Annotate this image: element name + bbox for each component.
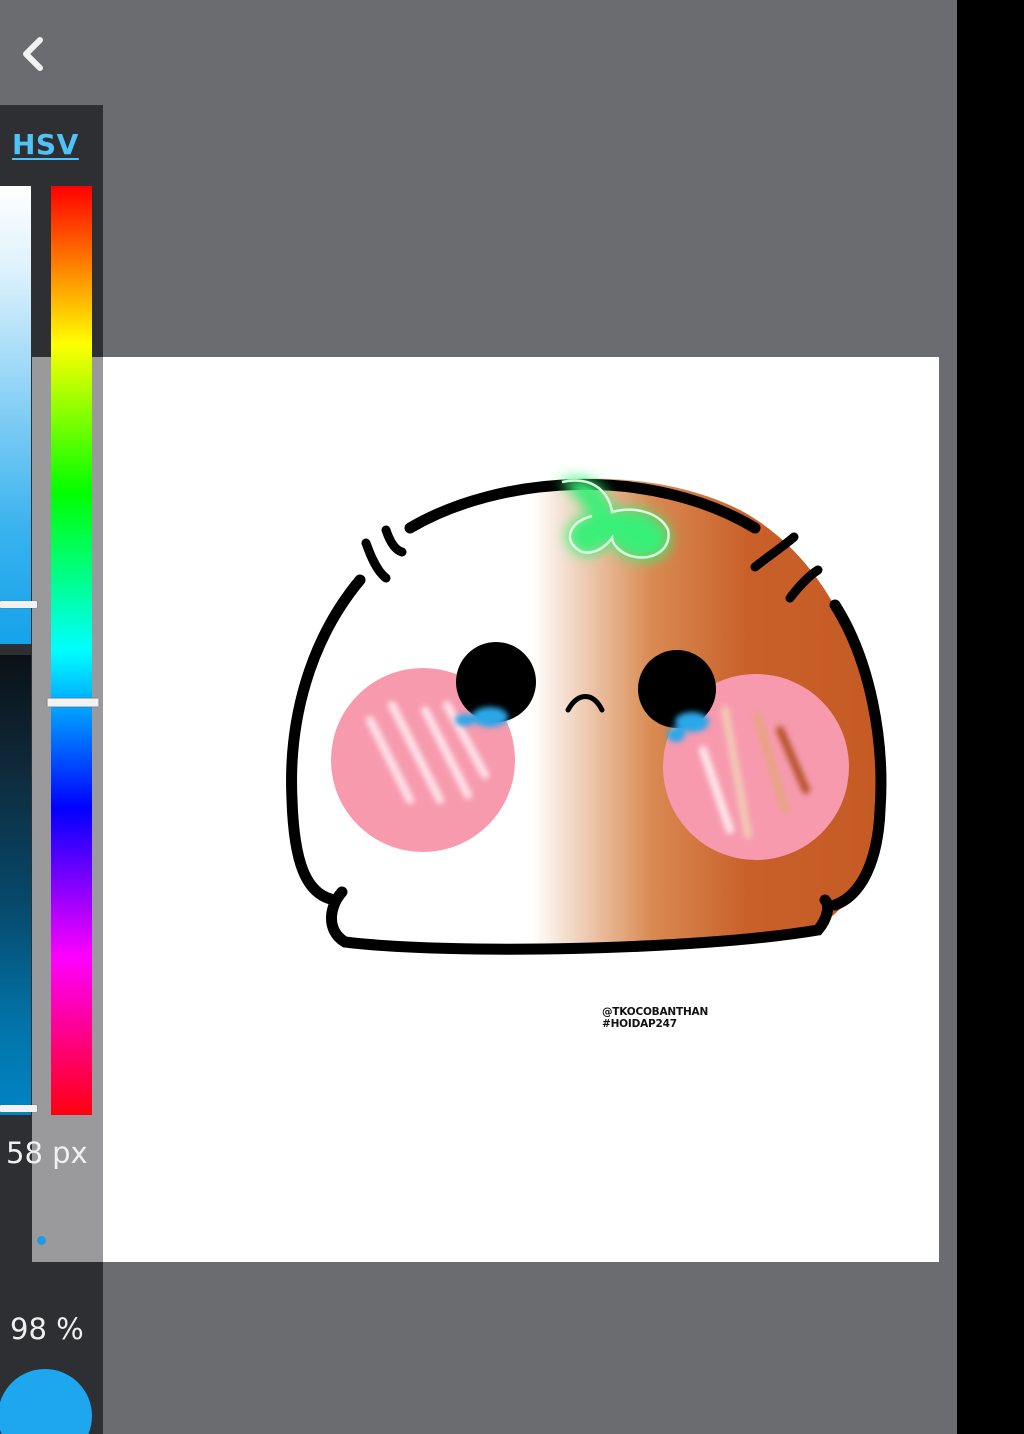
opacity-value: 98 % (10, 1312, 84, 1346)
hue-handle[interactable] (47, 698, 99, 707)
value-handle[interactable] (0, 1105, 37, 1112)
brush-size-indicator (37, 1236, 46, 1245)
chevron-left-icon (23, 37, 43, 71)
drawing-app: @TKOCOBANTHAN #HOIDAP247 HSV 58 px 98 % (0, 0, 957, 1434)
hue-slider[interactable] (51, 186, 92, 1115)
screen-edge (957, 0, 1024, 1434)
watermark-line2: #HOIDAP247 (602, 1018, 677, 1030)
watermark-line1: @TKOCOBANTHAN (602, 1006, 709, 1018)
value-slider[interactable] (0, 655, 31, 1115)
watermark: @TKOCOBANTHAN #HOIDAP247 (602, 1006, 708, 1030)
back-button[interactable] (10, 28, 56, 80)
saturation-handle[interactable] (0, 601, 37, 608)
brush-size-value: 58 px (6, 1136, 88, 1170)
saturation-slider[interactable] (0, 186, 31, 644)
drawing-canvas[interactable] (103, 357, 939, 1262)
hsv-tab[interactable]: HSV (12, 128, 79, 161)
